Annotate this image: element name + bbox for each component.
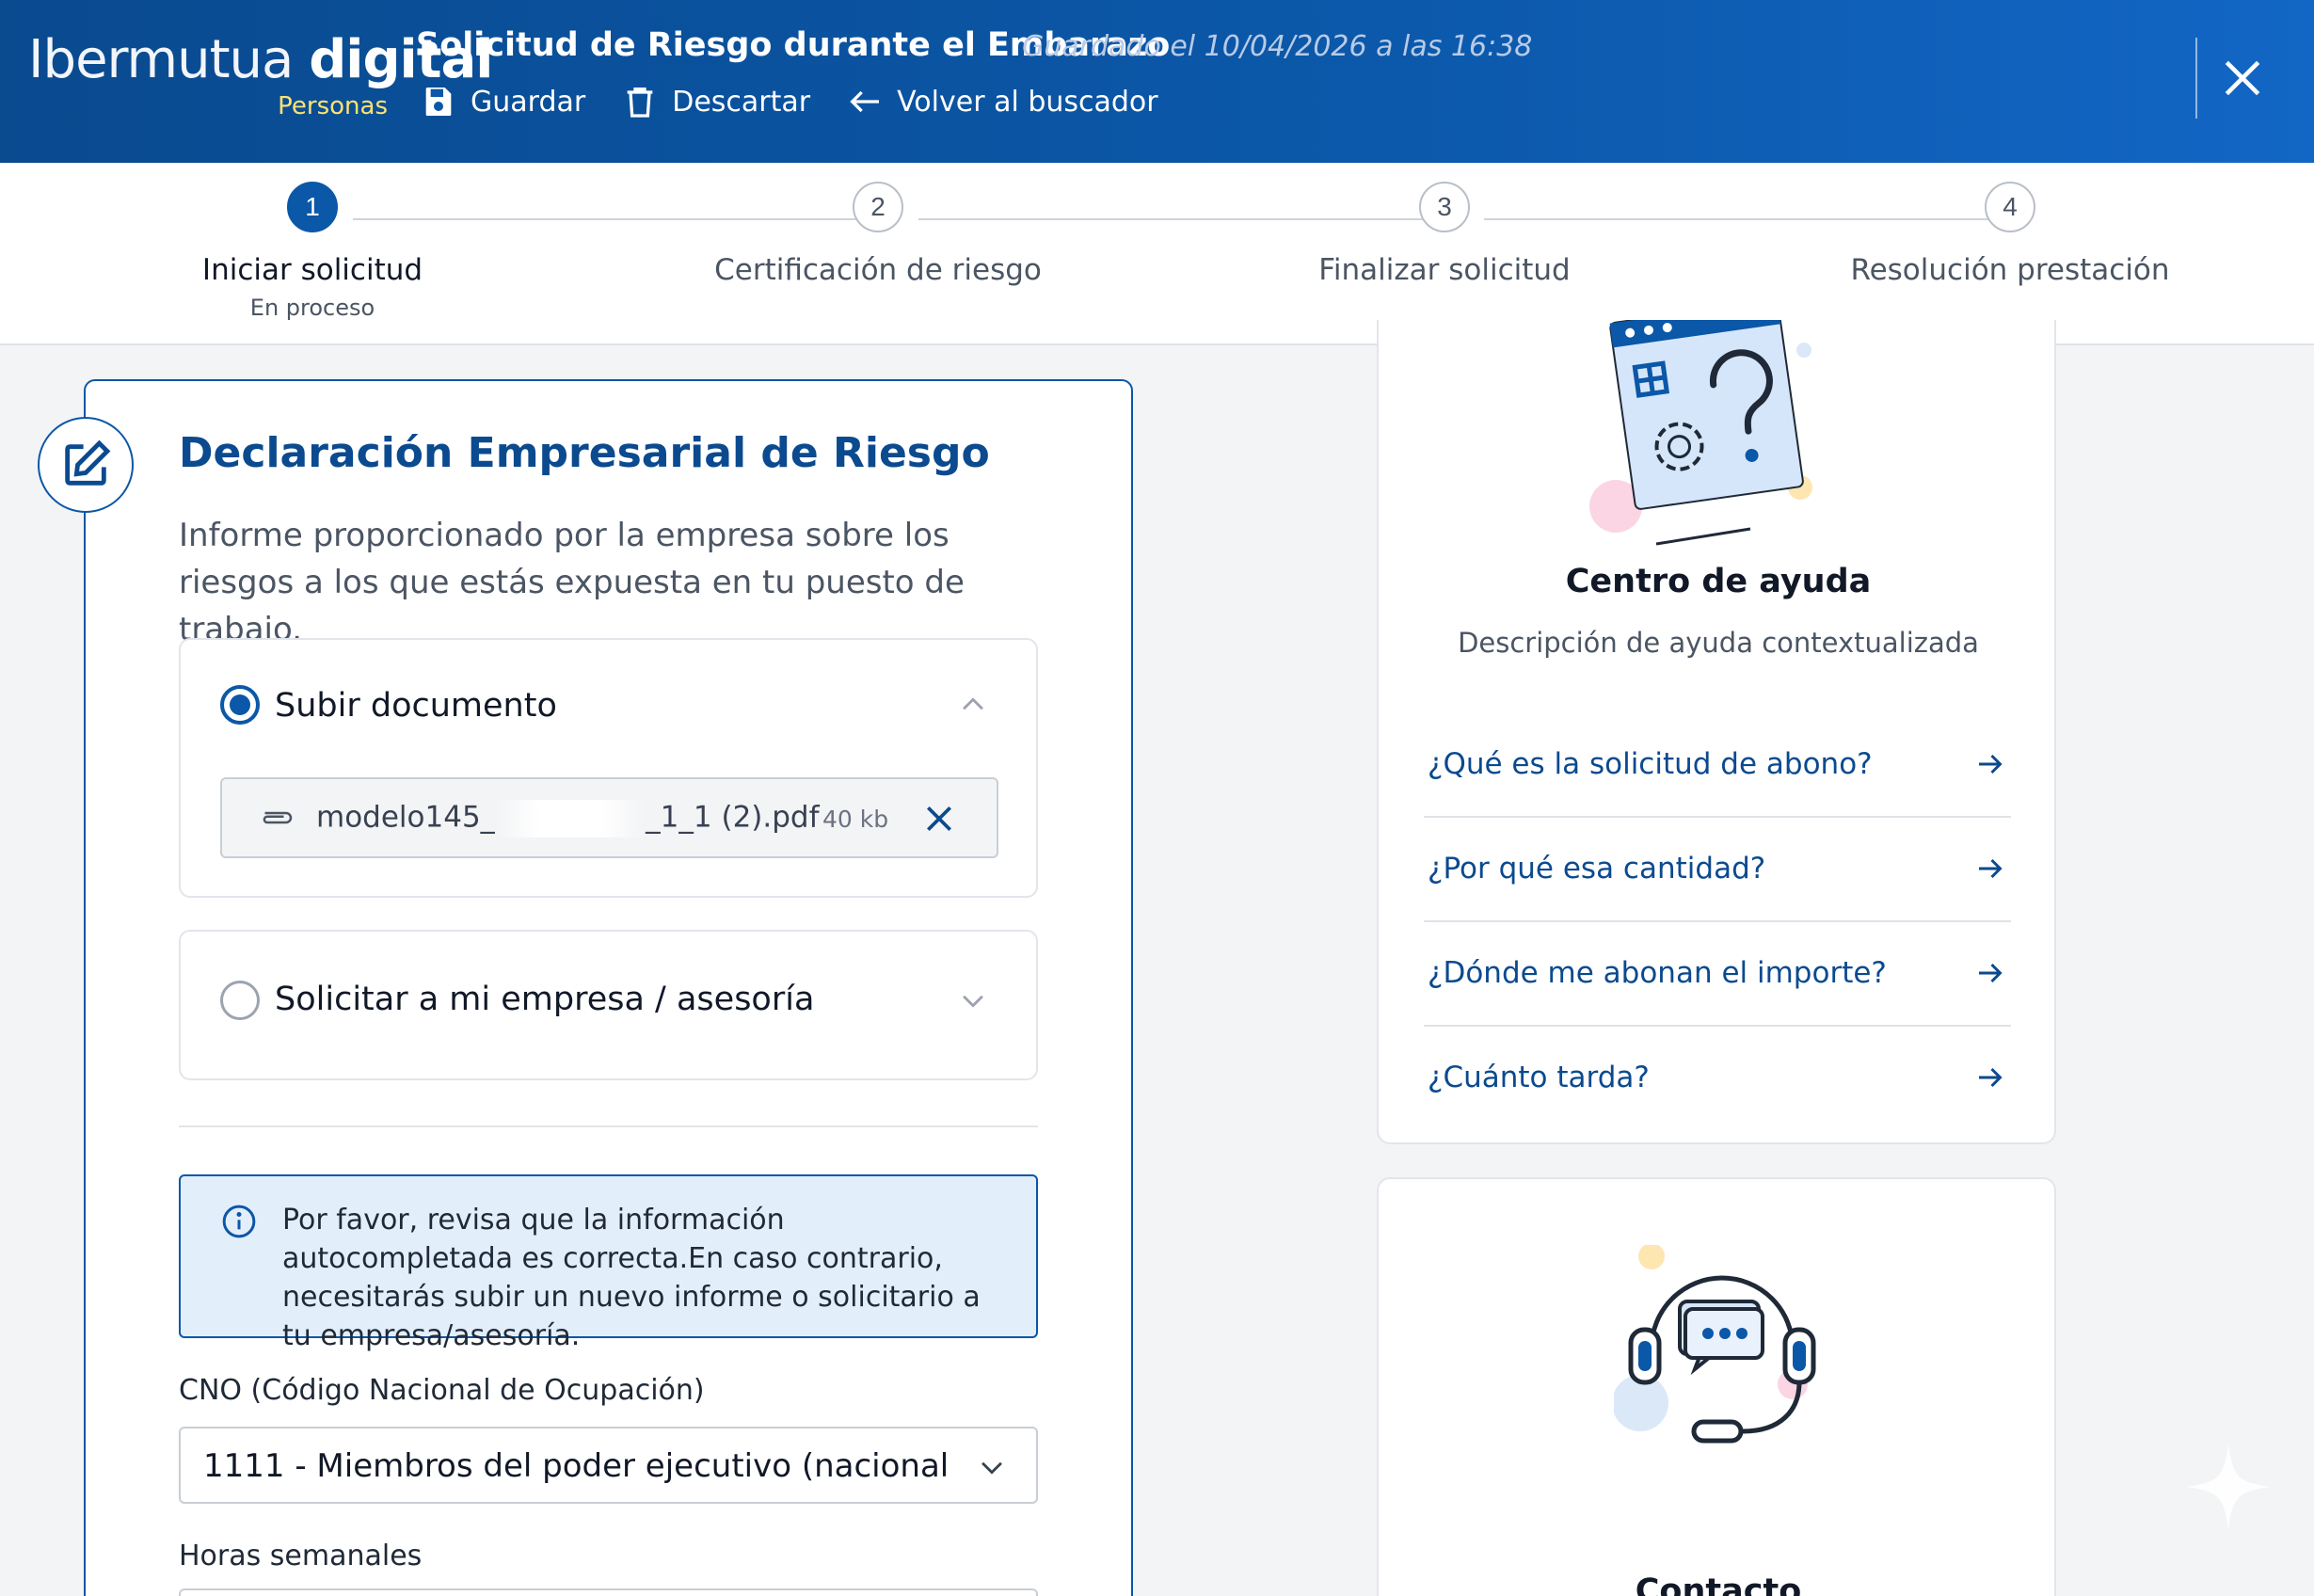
- upload-radio[interactable]: [220, 685, 260, 725]
- step-number: 3: [1419, 182, 1470, 232]
- chevron-down-icon[interactable]: [957, 984, 989, 1016]
- help-link-tarda[interactable]: ¿Cuánto tarda?: [1424, 1027, 2011, 1131]
- info-alert: Por favor, revisa que la información aut…: [179, 1174, 1038, 1352]
- header-actions: Guardar Descartar Volver al buscador: [420, 83, 1158, 120]
- step-label: Iniciar solicitud: [201, 253, 423, 287]
- help-link-abono[interactable]: ¿Qué es la solicitud de abono?: [1424, 713, 2011, 818]
- cno-selected-value: 1111 - Miembros del poder ejecutivo (nac…: [203, 1447, 947, 1485]
- arrow-left-icon: [850, 90, 880, 113]
- hours-label: Horas semanales: [179, 1540, 423, 1572]
- cno-label: CNO (Código Nacional de Ocupación): [179, 1374, 705, 1407]
- help-description: Descripción de ayuda contextualizada: [1458, 627, 1979, 659]
- paperclip-icon: [263, 811, 293, 824]
- arrow-right-icon: [1979, 963, 2003, 983]
- file-name-prefix: modelo145_: [316, 800, 496, 835]
- saved-status: Guardado el 10/04/2026 a las 16:38: [1022, 30, 1533, 63]
- step-3[interactable]: 3 Finalizar solicitud: [1256, 182, 1633, 287]
- step-1[interactable]: 1 Iniciar solicitud En proceso: [124, 182, 501, 321]
- back-to-search-button[interactable]: Volver al buscador: [846, 83, 1158, 120]
- upload-document-option: Subir documento modelo145_ _1_1 (2).pdf 4…: [179, 638, 1038, 898]
- logo-wordmark: Ibermutua digital: [28, 28, 494, 92]
- section-description: Informe proporcionado por la empresa sob…: [179, 517, 965, 648]
- help-illustration: [1589, 320, 1812, 546]
- redacted-text: [495, 800, 646, 838]
- arrow-right-icon: [1979, 858, 2003, 879]
- cno-select[interactable]: 1111 - Miembros del poder ejecutivo (nac…: [179, 1427, 1038, 1504]
- arrow-right-icon: [1979, 1067, 2003, 1088]
- sparkle-icon: [2186, 1444, 2271, 1529]
- step-status: En proceso: [249, 295, 375, 321]
- header-divider: [2195, 38, 2197, 119]
- logo-light-text: Ibermutua: [28, 29, 294, 90]
- help-center-card: Centro de ayuda Descripción de ayuda con…: [1377, 320, 2056, 1144]
- edit-badge: [38, 417, 134, 513]
- info-icon: [222, 1205, 256, 1238]
- file-name-suffix: _1_1 (2).pdf: [646, 800, 820, 835]
- section-title: Declaración Empresarial de Riesgo: [179, 429, 990, 477]
- chevron-up-icon[interactable]: [957, 689, 989, 721]
- help-link-label: ¿Cuánto tarda?: [1428, 1061, 1650, 1094]
- file-name: modelo145_ _1_1 (2).pdf: [316, 800, 820, 838]
- request-radio[interactable]: [220, 981, 260, 1020]
- section-divider: [179, 1125, 1038, 1127]
- step-number: 2: [853, 182, 903, 232]
- help-link-label: ¿Qué es la solicitud de abono?: [1428, 747, 1873, 781]
- save-icon: [425, 88, 452, 116]
- help-link-label: ¿Dónde me abonan el importe?: [1428, 956, 1887, 990]
- info-message: Por favor, revisa que la información aut…: [282, 1204, 981, 1352]
- request-option-label[interactable]: Solicitar a mi empresa / asesoría: [275, 981, 814, 1018]
- step-label: Certificación de riesgo: [714, 253, 1042, 287]
- close-icon: [2225, 60, 2260, 96]
- contact-title: Contacto: [1635, 1572, 1802, 1596]
- save-button[interactable]: Guardar: [420, 83, 585, 120]
- help-link-list: ¿Qué es la solicitud de abono? ¿Por qué …: [1424, 713, 2011, 1131]
- help-link-label: ¿Por qué esa cantidad?: [1428, 852, 1766, 886]
- close-icon: [927, 806, 951, 831]
- step-4[interactable]: 4 Resolución prestación: [1822, 182, 2198, 287]
- discard-button[interactable]: Descartar: [621, 83, 810, 120]
- step-label: Resolución prestación: [1850, 253, 2170, 287]
- remove-file-button[interactable]: [920, 800, 958, 838]
- back-label: Volver al buscador: [897, 85, 1158, 119]
- close-button[interactable]: [2219, 55, 2266, 102]
- file-size: 40 kb: [822, 806, 889, 833]
- chevron-down-icon: [981, 1461, 1002, 1475]
- request-company-option[interactable]: Solicitar a mi empresa / asesoría: [179, 930, 1038, 1080]
- help-link-importe[interactable]: ¿Dónde me abonan el importe?: [1424, 922, 2011, 1027]
- logo[interactable]: Ibermutua digital Personas: [28, 28, 494, 122]
- logo-subtitle: Personas: [278, 92, 388, 120]
- step-2[interactable]: 2 Certificación de riesgo: [690, 182, 1066, 287]
- progress-stepper: 1 Iniciar solicitud En proceso 2 Certifi…: [0, 163, 2314, 345]
- help-title: Centro de ayuda: [1565, 563, 1872, 600]
- step-number: 1: [287, 182, 338, 232]
- step-number: 4: [1985, 182, 2035, 232]
- save-label: Guardar: [471, 85, 586, 119]
- trash-icon: [627, 88, 653, 118]
- arrow-right-icon: [1979, 754, 2003, 774]
- discard-label: Descartar: [672, 85, 811, 119]
- edit-icon: [65, 439, 111, 486]
- app-header: Ibermutua digital Personas Solicitud de …: [0, 0, 2314, 163]
- contact-card: Contacto: [1377, 1177, 2056, 1596]
- hours-input[interactable]: [179, 1588, 1038, 1596]
- uploaded-file: modelo145_ _1_1 (2).pdf 40 kb: [220, 777, 998, 858]
- upload-option-label[interactable]: Subir documento: [275, 687, 557, 725]
- headset-illustration: [1614, 1245, 1816, 1444]
- help-link-cantidad[interactable]: ¿Por qué esa cantidad?: [1424, 818, 2011, 922]
- step-label: Finalizar solicitud: [1318, 253, 1571, 287]
